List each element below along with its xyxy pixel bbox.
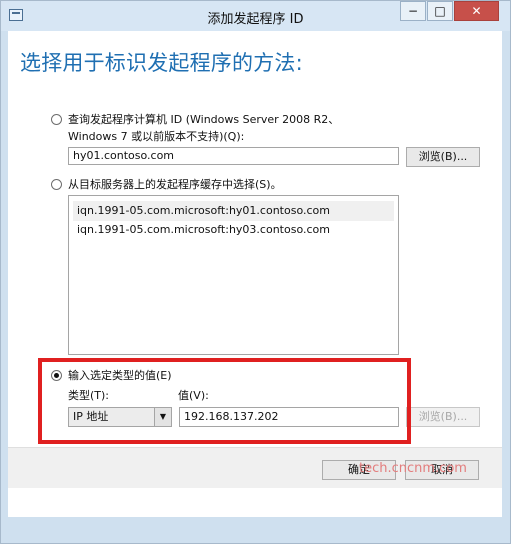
dialog-window: 添加发起程序 ID − □ ✕ 选择用于标识发起程序的方法: 查询发起程序计算机… — [0, 0, 511, 544]
list-item[interactable]: iqn.1991-05.com.microsoft:hy01.contoso.c… — [73, 201, 394, 221]
minimize-button[interactable]: − — [400, 1, 426, 21]
title-bar[interactable]: 添加发起程序 ID − □ ✕ — [1, 1, 510, 31]
value-browse-button: 浏览(B)... — [406, 407, 480, 427]
maximize-button[interactable]: □ — [427, 1, 453, 21]
page-heading: 选择用于标识发起程序的方法: — [20, 51, 303, 75]
query-initiator-radio[interactable] — [51, 114, 62, 125]
query-browse-button[interactable]: 浏览(B)... — [406, 147, 480, 167]
close-button[interactable]: ✕ — [454, 1, 499, 21]
cache-select-radio[interactable] — [51, 179, 62, 190]
query-initiator-label-line2: Windows 7 或以前版本不支持)(Q): — [68, 130, 245, 143]
cache-select-label: 从目标服务器上的发起程序缓存中选择(S)。 — [68, 178, 282, 191]
query-initiator-label-line1: 查询发起程序计算机 ID (Windows Server 2008 R2、 — [68, 113, 340, 126]
dialog-content: 选择用于标识发起程序的方法: 查询发起程序计算机 ID (Windows Ser… — [8, 31, 502, 517]
initiator-cache-list[interactable]: iqn.1991-05.com.microsoft:hy01.contoso.c… — [68, 195, 399, 355]
computer-id-input[interactable]: hy01.contoso.com — [68, 147, 399, 165]
watermark: tech.cncnm.com — [359, 461, 467, 476]
annotation-highlight-box — [38, 358, 411, 444]
list-item[interactable]: iqn.1991-05.com.microsoft:hy03.contoso.c… — [73, 220, 394, 240]
